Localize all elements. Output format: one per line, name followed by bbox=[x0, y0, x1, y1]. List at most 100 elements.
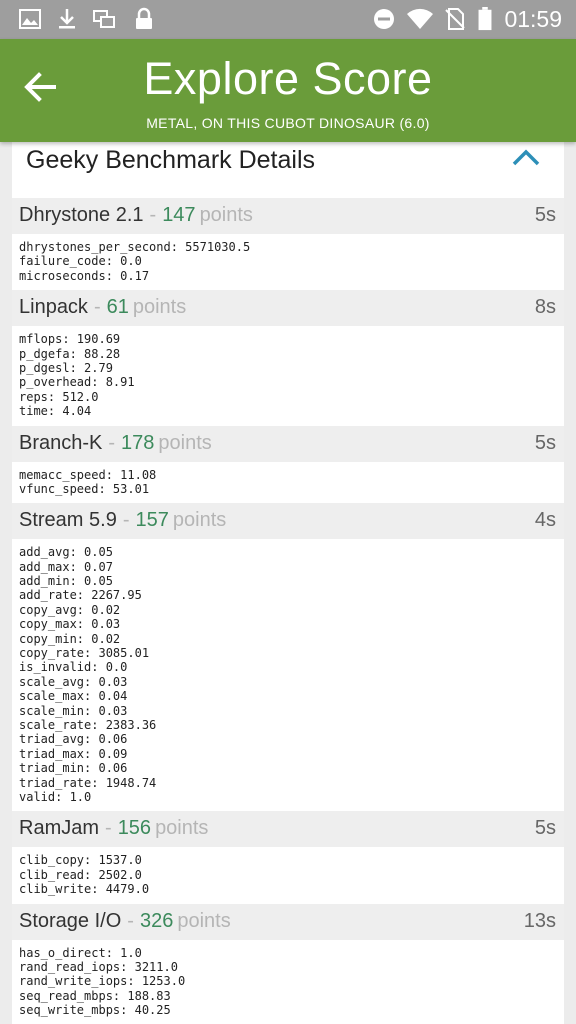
score-unit: points bbox=[158, 431, 212, 454]
metric-line: p_overhead: 8.91 bbox=[19, 375, 135, 390]
metrics-list: mflops: 190.69 p_dgefa: 88.28 p_dgesl: 2.7… bbox=[12, 326, 564, 425]
metrics-list: memacc_speed: 11.08 vfunc_speed: 53.01 bbox=[12, 462, 564, 504]
download-icon bbox=[59, 9, 75, 29]
separator: - bbox=[93, 296, 101, 319]
score-unit: points bbox=[172, 509, 227, 532]
benchmark-duration: 8s bbox=[534, 296, 556, 319]
metric-line: triad_avg: 0.06 bbox=[19, 732, 128, 747]
metrics-list: has_o_direct: 1.0 rand_read_iops: 3211.0 r… bbox=[12, 940, 564, 1024]
image-icon bbox=[19, 9, 41, 29]
metrics-list: clib_copy: 1537.0 clib_read: 2502.0 clib_w… bbox=[12, 847, 564, 903]
benchmark-duration: 4s bbox=[534, 509, 556, 532]
benchmark-duration: 5s bbox=[534, 817, 556, 840]
metric-line: mflops: 190.69 bbox=[19, 332, 121, 347]
multi-window-icon bbox=[93, 10, 115, 28]
score-unit: points bbox=[177, 909, 231, 932]
benchmark-duration: 13s bbox=[523, 909, 556, 932]
benchmark-score: 156 bbox=[117, 817, 152, 840]
benchmark-score: 61 bbox=[106, 296, 129, 319]
separator: - bbox=[149, 204, 157, 226]
benchmark-title: Storage I/O -326 points bbox=[19, 910, 231, 933]
metric-line: failure_code: 0.0 bbox=[19, 254, 142, 269]
metric-line: scale_avg: 0.03 bbox=[19, 674, 128, 689]
metric-line: copy_max: 0.03 bbox=[19, 617, 121, 632]
lock-icon bbox=[136, 7, 152, 29]
benchmark-score: 147 bbox=[162, 204, 196, 226]
metrics-list: add_avg: 0.05 add_max: 0.07 add_min: 0.05 a… bbox=[12, 539, 564, 811]
metric-line: dhrystones_per_second: 5571030.5 bbox=[19, 240, 251, 254]
chevron-up-icon[interactable] bbox=[510, 146, 542, 170]
app-bar: Explore Score METAL, ON THIS CUBOT DINOS… bbox=[0, 39, 576, 142]
benchmark-header: Storage I/O -326 points 13s bbox=[12, 903, 564, 940]
card-header[interactable]: Geeky Benchmark Details bbox=[12, 142, 564, 198]
score-unit: points bbox=[155, 817, 209, 840]
benchmark-score: 326 bbox=[139, 909, 174, 932]
metric-line: clib_read: 2502.0 bbox=[19, 867, 142, 882]
metric-line: memacc_speed: 11.08 bbox=[19, 467, 157, 482]
benchmark-name: RamJam bbox=[19, 817, 100, 840]
metric-line: copy_min: 0.02 bbox=[19, 631, 121, 646]
metric-line: clib_copy: 1537.0 bbox=[19, 853, 142, 868]
benchmark-title: Branch-K -178 points bbox=[19, 432, 212, 455]
metric-line: rand_write_iops: 1253.0 bbox=[19, 974, 186, 989]
status-bar: 01:59 bbox=[0, 0, 576, 39]
page-subtitle: METAL, ON THIS CUBOT DINOSAUR (6.0) bbox=[146, 115, 430, 131]
benchmark-name: Branch-K bbox=[19, 431, 103, 454]
metric-line: p_dgefa: 88.28 bbox=[19, 346, 121, 361]
metric-line: time: 4.04 bbox=[19, 404, 92, 419]
metric-line: p_dgesl: 2.79 bbox=[19, 360, 113, 375]
metric-line: triad_rate: 1948.74 bbox=[19, 775, 157, 790]
page-title: Explore Score bbox=[143, 53, 433, 104]
benchmark-duration: 5s bbox=[534, 204, 556, 226]
metric-line: scale_min: 0.03 bbox=[19, 703, 128, 718]
metric-line: add_max: 0.07 bbox=[19, 559, 113, 574]
benchmark-section: Branch-K -178 points 5s memacc_speed: 11.08 v… bbox=[12, 425, 564, 504]
separator: - bbox=[127, 909, 134, 932]
benchmark-header: Stream 5.9-157 points 4s bbox=[12, 503, 564, 540]
benchmark-section: Linpack -61 points 8s mflops: 190.69 p_dgefa:… bbox=[12, 290, 564, 425]
benchmark-name: Dhrystone 2.1 bbox=[19, 204, 144, 226]
benchmark-section: Stream 5.9-157 points 4s add_avg: 0.05 add_m… bbox=[12, 503, 564, 811]
benchmark-header: Branch-K -178 points 5s bbox=[12, 425, 564, 462]
battery-icon bbox=[478, 7, 492, 31]
metric-line: is_invalid: 0.0 bbox=[19, 660, 128, 675]
benchmark-duration: 5s bbox=[534, 431, 556, 454]
metric-line: microseconds: 0.17 bbox=[19, 268, 150, 283]
benchmark-header: RamJam -156 points 5s bbox=[12, 811, 564, 848]
metric-line: vfunc_speed: 53.01 bbox=[19, 481, 150, 496]
separator: - bbox=[105, 817, 112, 840]
metric-line: add_rate: 2267.95 bbox=[19, 588, 142, 603]
metric-line: has_o_direct: 1.0 bbox=[19, 945, 142, 960]
metric-line: scale_rate: 2383.36 bbox=[19, 717, 157, 732]
metric-line: triad_max: 0.09 bbox=[19, 746, 128, 761]
score-unit: points bbox=[199, 204, 253, 226]
benchmark-name: Storage I/O bbox=[19, 909, 122, 932]
metric-line: clib_write: 4479.0 bbox=[19, 882, 150, 897]
no-sim-icon bbox=[445, 8, 465, 30]
benchmark-name: Stream 5.9 bbox=[19, 509, 117, 532]
benchmark-list: Dhrystone 2.1-147 points 5s dhrystones_per_… bbox=[12, 198, 564, 1024]
metric-line: seq_write_mbps: 40.25 bbox=[19, 1003, 171, 1018]
benchmark-name: Linpack bbox=[19, 296, 88, 319]
metric-line: triad_min: 0.06 bbox=[19, 761, 128, 776]
benchmark-title: Dhrystone 2.1-147 points bbox=[19, 204, 253, 227]
metric-line: valid: 1.0 bbox=[19, 789, 92, 804]
metric-line: rand_read_iops: 3211.0 bbox=[19, 959, 178, 974]
benchmark-score: 157 bbox=[135, 509, 169, 532]
status-clock: 01:59 bbox=[504, 6, 562, 32]
metric-line: copy_avg: 0.02 bbox=[19, 602, 121, 617]
benchmark-section: RamJam -156 points 5s clib_copy: 1537.0 clib_… bbox=[12, 811, 564, 903]
benchmark-score: 178 bbox=[121, 431, 155, 454]
metric-line: reps: 512.0 bbox=[19, 389, 99, 404]
benchmark-header: Linpack -61 points 8s bbox=[12, 290, 564, 327]
card-title: Geeky Benchmark Details bbox=[26, 146, 316, 174]
metrics-list: dhrystones_per_second: 5571030.5 failure_… bbox=[12, 234, 564, 290]
metric-line: seq_read_mbps: 188.83 bbox=[19, 988, 171, 1003]
wifi-icon bbox=[407, 8, 433, 29]
score-unit: points bbox=[132, 296, 187, 319]
benchmark-details-card: Geeky Benchmark Details Dhrystone 2.1-14… bbox=[12, 142, 564, 1024]
benchmark-header: Dhrystone 2.1-147 points 5s bbox=[12, 198, 564, 234]
metric-line: add_avg: 0.05 bbox=[19, 545, 113, 560]
separator: - bbox=[122, 509, 130, 532]
do-not-disturb-icon bbox=[374, 9, 394, 29]
